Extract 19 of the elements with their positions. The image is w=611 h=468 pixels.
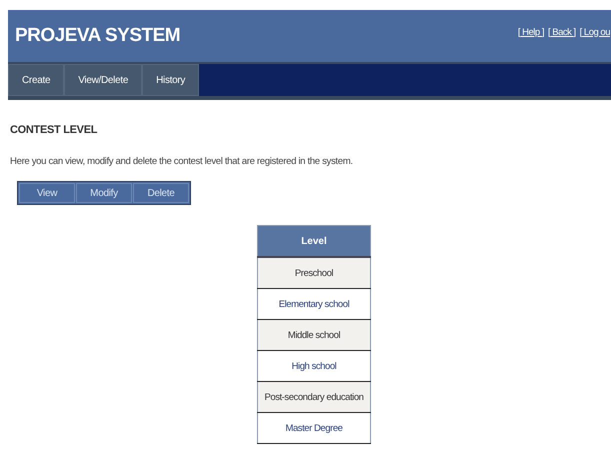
table-cell[interactable]: Elementary school [258,288,370,320]
table-cell[interactable]: Middle school [258,320,370,350]
table-cell[interactable]: Post-secondary education [258,382,370,412]
page-heading: CONTEST LEVEL [10,124,98,136]
action-button[interactable]: View [19,183,75,203]
page-description: Here you can view, modify and delete the contest level that are registered in the system. [10,156,354,167]
nav-tab[interactable]: History [142,64,200,96]
table-cell[interactable]: Preschool [258,257,370,288]
table-cell[interactable]: Master Degree [258,412,370,444]
table-cell[interactable]: High school [258,350,370,382]
nav-tab[interactable]: Create [8,64,64,96]
header-link[interactable]: [ Help ] [518,26,544,38]
header-link[interactable]: [ Back ] [548,26,576,38]
column-header: Level [258,226,370,257]
nav-tab[interactable]: View/Delete [64,64,142,96]
action-button[interactable]: Delete [133,183,189,203]
app-title: PROJEVA SYSTEM [15,25,180,47]
action-button[interactable]: Modify [76,183,132,203]
header-link[interactable]: [ Log ou [580,26,610,38]
